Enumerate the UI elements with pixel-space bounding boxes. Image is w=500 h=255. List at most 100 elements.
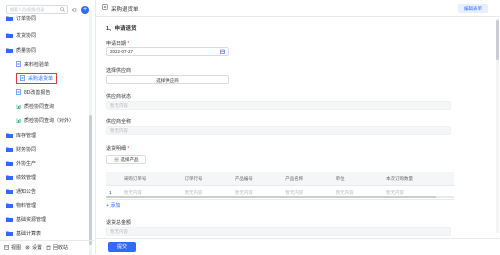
table-header-cell: 单位 [332,172,383,186]
required-mark: * [127,146,130,152]
sidebar-item[interactable]: 绩效管理 [0,172,100,182]
active-item-highlight: 采购退货单 [16,72,58,84]
sidebar-item-label: 8D改善报告 [24,89,51,96]
status-label: 供应商状态 [106,94,132,100]
fullname-placeholder: 暂无内容 [110,127,128,133]
table-header-cell: 本次订购数量 [383,172,454,186]
collapse-sidebar-icon[interactable] [71,7,77,13]
table-header-cell: 订单行号 [181,172,232,186]
folder-icon [6,161,13,166]
menu-icon[interactable] [102,4,108,10]
document-icon [16,61,21,67]
date-value: 2022-07-27 [110,49,134,54]
sidebar-item-label: 订单协同 [16,15,37,22]
sidebar-item-label: 质检协同查询（对外） [24,117,75,124]
form-content: 1、申请退货 申请日期 * 2022-07-27 选择供应商 选择供应商 供应商… [96,16,500,238]
list-icon [114,157,118,162]
sidebar-item-label: 基础资源管理 [16,216,47,223]
sidebar-item[interactable]: 8D改善报告 [0,87,110,97]
sidebar-item-label: 来料检验单 [24,61,50,68]
sidebar-footer: 视图 设置 回收站 [0,240,94,254]
folder-icon [6,175,13,180]
view-label: 视图 [11,245,22,251]
search-placeholder: 搜索人员/权限/目录 [10,6,45,12]
folder-icon [6,231,13,236]
sidebar-item[interactable]: 通知公告 [0,186,100,196]
chart-icon [16,104,21,109]
sidebar-item[interactable]: 外协生产 [0,158,100,168]
sidebar-item-label: 通知公告 [16,188,37,195]
choose-product-label: 选择产品 [120,156,139,162]
sidebar-item[interactable]: 库存管理 [0,130,100,140]
sidebar-item[interactable]: 采购退货单 [0,72,110,84]
topbar: 采购退货单 编辑表单 [96,0,500,17]
table-scrollbar-thumb[interactable] [106,196,436,198]
total-placeholder: 暂无内容 [110,228,128,234]
add-row-link[interactable]: + 添加 [106,202,120,209]
sidebar-item[interactable]: 质检协同查询 [0,101,110,111]
trash-icon [46,245,51,250]
view-button[interactable]: 视图 [4,244,21,251]
sidebar-item-label: 基础计算表 [16,230,42,237]
fullname-field: 暂无内容 [106,126,451,135]
document-icon [20,75,25,81]
sidebar-item-label: 质检协同查询 [24,103,55,110]
sidebar-item-label: 绩效管理 [16,174,37,181]
sidebar-item-label: 外协生产 [16,160,37,167]
select-supplier-button[interactable]: 选择供应商 [106,75,229,84]
supplier-label: 选择供应商 [106,68,132,74]
recycle-bin-label: 回收站 [53,245,69,251]
sidebar: 搜索人员/权限/目录 + 订单协同 发货协同 质量协同 来料检验单 采购退货单 8D改善报… [0,0,96,255]
date-field[interactable]: 2022-07-27 [106,47,229,56]
sidebar-item[interactable]: 物料管理 [0,200,100,210]
sidebar-scrollbar-thumb[interactable] [89,115,92,245]
sidebar-item-label: 发货协同 [16,32,37,39]
recycle-bin-button[interactable]: 回收站 [46,244,68,251]
folder-icon [6,16,13,21]
table-scrollbar[interactable] [106,196,454,198]
date-label: 申请日期 * [106,40,129,47]
folder-icon [6,217,13,222]
sidebar-item[interactable]: 发货协同 [0,30,100,40]
table-header-cell [106,172,121,186]
settings-button[interactable]: 设置 [25,244,42,251]
folder-icon [6,48,13,53]
sidebar-item[interactable]: 财务协同 [0,144,100,154]
choose-product-button[interactable]: 选择产品 [106,155,146,164]
fullname-label: 供应商全称 [106,119,132,125]
table-header-cell: 产品编号 [231,172,283,186]
folder-icon [6,147,13,152]
status-placeholder: 暂无内容 [110,102,128,108]
folder-icon [6,203,13,208]
search-icon [60,7,65,12]
table-header-cell: 产品名称 [282,172,333,186]
sidebar-item-label: 质量协同 [16,47,37,54]
sidebar-item-label: 库存管理 [16,132,37,139]
sidebar-item[interactable]: 来料检验单 [0,59,110,69]
document-icon [16,89,21,95]
chart-icon [16,118,21,123]
table-header-cell: 采购订单号 [120,172,182,186]
submit-button[interactable]: 提交 [108,242,136,252]
calendar-icon[interactable] [220,49,225,54]
content-scrollbar-thumb[interactable] [496,20,499,60]
sidebar-item[interactable]: 质量协同 [0,45,100,55]
table-header-row: 采购订单号 订单行号 产品编号 产品名称 单位 本次订购数量 [106,172,454,186]
sidebar-item[interactable]: 订单协同 [0,13,100,23]
folder-icon [6,133,13,138]
sidebar-item-label: 财务协同 [16,146,37,153]
sidebar-item[interactable]: 基础资源管理 [0,214,100,224]
sidebar-item[interactable]: 质检协同查询（对外） [0,115,110,125]
folder-icon [6,189,13,194]
sidebar-item-label: 采购退货单 [28,75,54,82]
settings-label: 设置 [32,245,43,251]
detail-label-text: 退货明细 [106,146,127,152]
sidebar-item-label: 物料管理 [16,202,37,209]
page-title: 采购退货单 [111,7,139,13]
total-label: 退货总金额 [106,220,132,226]
view-icon [4,245,9,250]
sidebar-item[interactable]: 基础计算表 [0,228,100,238]
edit-form-button[interactable]: 编辑表单 [458,4,488,13]
section-title: 1、申请退货 [106,26,137,32]
detail-label: 退货明细 * [106,145,129,152]
